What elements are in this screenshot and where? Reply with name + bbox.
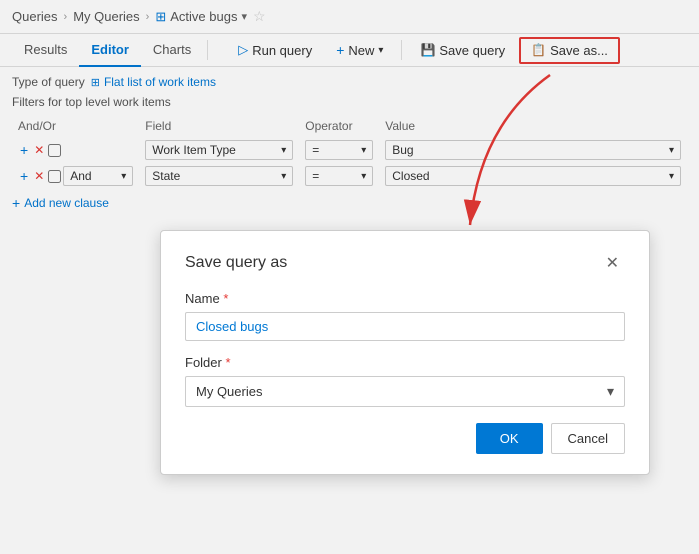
- folder-label-text: Folder: [185, 355, 222, 370]
- folder-chevron-icon: ▾: [607, 383, 614, 400]
- name-label-text: Name: [185, 291, 220, 306]
- name-label: Name *: [185, 291, 625, 306]
- modal-close-button[interactable]: ✕: [600, 251, 625, 275]
- folder-dropdown[interactable]: My Queries ▾: [185, 376, 625, 407]
- folder-value: My Queries: [196, 384, 262, 399]
- modal-footer: OK Cancel: [185, 423, 625, 454]
- name-required: *: [223, 291, 228, 306]
- cancel-button[interactable]: Cancel: [551, 423, 625, 454]
- folder-label: Folder *: [185, 355, 625, 370]
- name-input[interactable]: [185, 312, 625, 341]
- save-query-as-dialog: Save query as ✕ Name * Folder * My Queri…: [160, 230, 650, 475]
- modal-title: Save query as: [185, 254, 287, 272]
- ok-button[interactable]: OK: [476, 423, 543, 454]
- folder-required: *: [225, 355, 230, 370]
- modal-header: Save query as ✕: [185, 251, 625, 275]
